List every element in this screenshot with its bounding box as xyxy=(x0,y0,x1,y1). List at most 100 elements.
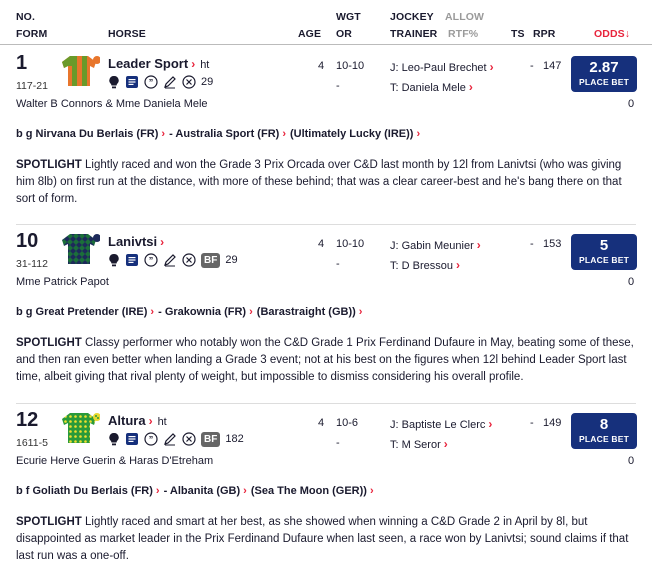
quote-icon[interactable]: ” xyxy=(144,432,158,446)
horse-icons: ” BF 29 xyxy=(108,252,238,268)
pen-icon[interactable] xyxy=(163,75,177,89)
form-figures: 31-112 xyxy=(16,258,48,270)
pen-icon[interactable] xyxy=(163,253,177,267)
trainer-link[interactable]: T: D Bressou › xyxy=(390,258,460,272)
dam-link[interactable]: - Australia Sport (FR) xyxy=(169,128,279,140)
chevron-right-icon: › xyxy=(150,306,155,318)
horse-name-link[interactable]: Leader Sport › ht xyxy=(108,56,209,71)
horse-icons: ” 29 xyxy=(108,74,213,90)
official-rating: - xyxy=(336,437,340,449)
horse-age: 4 xyxy=(318,417,325,429)
header-trainer[interactable]: TRAINER xyxy=(390,28,437,40)
place-bet-label: PLACE BET xyxy=(579,434,629,444)
pedigree: b f Goliath Du Berlais (FR) › - Albanita (… xyxy=(16,485,378,497)
horse-name-link[interactable]: Altura › ht xyxy=(108,413,167,428)
header-wgt[interactable]: WGT xyxy=(336,11,361,23)
rpr-rating: 149 xyxy=(543,417,562,429)
damsire-link[interactable]: (Ultimately Lucky (IRE)) xyxy=(290,128,413,140)
jockey-link[interactable]: J: Gabin Meunier › xyxy=(390,238,481,252)
spotlight-label: SPOTLIGHT xyxy=(16,516,82,528)
official-rating: - xyxy=(336,258,340,270)
horse-weight: 10-6 xyxy=(336,417,359,429)
chevron-right-icon: › xyxy=(161,128,166,140)
spotlight-comment: SPOTLIGHT Lightly raced and smart at her… xyxy=(16,514,638,565)
form-figures: 1611-5 xyxy=(16,437,48,449)
jockey-link[interactable]: J: Baptiste Le Clerc › xyxy=(390,417,492,431)
place-bet-button[interactable]: 8 PLACE BET xyxy=(571,413,637,449)
svg-text:”: ” xyxy=(149,435,154,445)
sire-link[interactable]: b f Goliath Du Berlais (FR) xyxy=(16,485,153,497)
owner-count: 0 xyxy=(628,276,635,288)
sire-link[interactable]: b g Great Pretender (IRE) xyxy=(16,306,147,318)
chevron-right-icon: › xyxy=(476,238,481,252)
topspeed-rating: - xyxy=(530,238,534,250)
trainer-link[interactable]: T: Daniela Mele › xyxy=(390,80,473,94)
chevron-right-icon: › xyxy=(155,485,160,497)
saddle-cloth-number: 10 xyxy=(16,230,39,252)
place-bet-button[interactable]: 2.87 PLACE BET xyxy=(571,56,637,92)
header-form: FORM xyxy=(16,28,48,40)
horse-name-link[interactable]: Lanivtsi › xyxy=(108,234,164,249)
pen-icon[interactable] xyxy=(163,432,177,446)
header-ts[interactable]: TS xyxy=(511,28,525,40)
place-bet-button[interactable]: 5 PLACE BET xyxy=(571,234,637,270)
lightbulb-icon[interactable] xyxy=(108,432,120,446)
saddle-cloth-number: 1 xyxy=(16,52,28,74)
official-rating: - xyxy=(336,80,340,92)
damsire-link[interactable]: (Barastraight (GB)) xyxy=(257,306,356,318)
bf-badge: BF xyxy=(201,252,221,268)
header-rpr[interactable]: RPR xyxy=(533,28,555,40)
header-jockey[interactable]: JOCKEY xyxy=(390,11,434,23)
days-since-run: 29 xyxy=(225,254,238,266)
header-or[interactable]: OR xyxy=(336,28,352,40)
svg-text:”: ” xyxy=(149,256,154,266)
lightbulb-icon[interactable] xyxy=(108,253,120,267)
close-circle-icon[interactable] xyxy=(182,253,196,267)
header-rtf[interactable]: RTF% xyxy=(448,28,478,40)
place-bet-label: PLACE BET xyxy=(579,255,629,265)
svg-text:”: ” xyxy=(149,78,154,88)
dam-link[interactable]: - Albanita (GB) xyxy=(164,485,241,497)
calendar-icon[interactable] xyxy=(125,253,139,267)
damsire-link[interactable]: (Sea The Moon (GER)) xyxy=(251,485,367,497)
spotlight-text: Lightly raced and smart at her best, as … xyxy=(16,516,629,562)
header-allow: ALLOW xyxy=(445,11,484,23)
horse-weight: 10-10 xyxy=(336,60,365,72)
odds-price: 2.87 xyxy=(589,59,619,76)
header-odds-sort[interactable]: ODDS↓ xyxy=(594,28,630,40)
close-circle-icon[interactable] xyxy=(182,75,196,89)
chevron-right-icon: › xyxy=(249,306,253,318)
jockey-silk-icon xyxy=(58,52,101,86)
rpr-rating: 153 xyxy=(543,238,562,250)
spotlight-text: Classy performer who notably won the C&D… xyxy=(16,337,634,383)
owner-name: Walter B Connors & Mme Daniela Mele xyxy=(16,98,208,110)
chevron-right-icon: › xyxy=(488,417,493,431)
dam-link[interactable]: - Grakownia (FR) xyxy=(158,306,246,318)
row-divider xyxy=(16,224,636,225)
close-circle-icon[interactable] xyxy=(182,432,196,446)
saddle-cloth-number: 12 xyxy=(16,409,39,431)
chevron-right-icon: › xyxy=(416,128,421,140)
row-divider xyxy=(16,403,636,404)
header-age[interactable]: AGE xyxy=(298,28,321,40)
topspeed-rating: - xyxy=(530,417,534,429)
quote-icon[interactable]: ” xyxy=(144,253,158,267)
place-bet-label: PLACE BET xyxy=(579,77,629,87)
calendar-icon[interactable] xyxy=(125,75,139,89)
header-horse[interactable]: HORSE xyxy=(108,28,146,40)
chevron-right-icon: › xyxy=(160,235,165,249)
spotlight-label: SPOTLIGHT xyxy=(16,337,82,349)
quote-icon[interactable]: ” xyxy=(144,75,158,89)
chevron-right-icon: › xyxy=(369,485,374,497)
chevron-right-icon: › xyxy=(358,306,363,318)
jockey-link[interactable]: J: Leo-Paul Brechet › xyxy=(390,60,494,74)
jockey-silk-icon xyxy=(58,409,101,443)
calendar-icon[interactable] xyxy=(125,432,139,446)
sire-link[interactable]: b g Nirvana Du Berlais (FR) xyxy=(16,128,158,140)
horse-age: 4 xyxy=(318,238,325,250)
pedigree: b g Nirvana Du Berlais (FR) › - Australia … xyxy=(16,128,424,140)
days-since-run: 182 xyxy=(225,433,244,445)
racecard-header: NO. FORM HORSE AGE WGT OR JOCKEY TRAINER… xyxy=(0,0,652,45)
trainer-link[interactable]: T: M Seror › xyxy=(390,437,448,451)
lightbulb-icon[interactable] xyxy=(108,75,120,89)
